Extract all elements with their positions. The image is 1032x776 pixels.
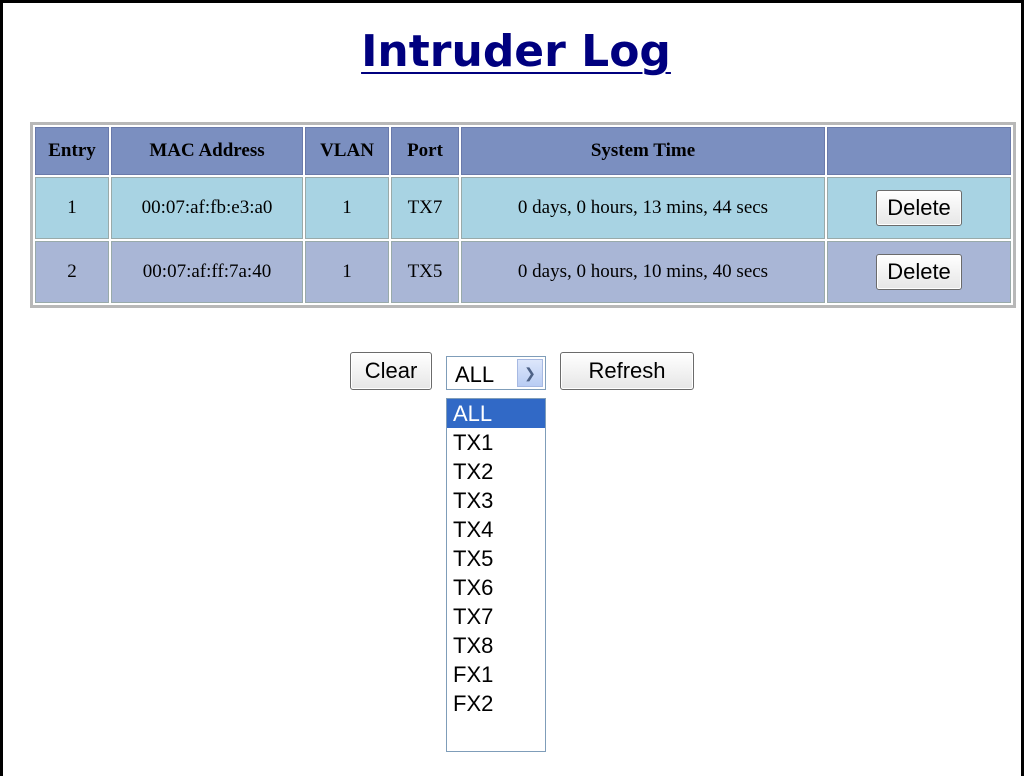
port-select[interactable]: ALL ❯ [446,356,546,390]
column-header-mac: MAC Address [111,127,303,175]
port-option-fx1[interactable]: FX1 [447,660,545,689]
cell-vlan: 1 [305,241,389,303]
page-title-container: Intruder Log [0,26,1032,77]
port-option-tx3[interactable]: TX3 [447,486,545,515]
cell-action: Delete [827,177,1011,239]
port-option-tx6[interactable]: TX6 [447,573,545,602]
cell-mac: 00:07:af:ff:7a:40 [111,241,303,303]
table-row: 2 00:07:af:ff:7a:40 1 TX5 0 days, 0 hour… [35,241,1011,303]
cell-system-time: 0 days, 0 hours, 13 mins, 44 secs [461,177,825,239]
chevron-down-icon[interactable]: ❯ [517,359,543,387]
intruder-table: Entry MAC Address VLAN Port System Time … [33,125,1013,305]
cell-entry: 2 [35,241,109,303]
port-option-tx4[interactable]: TX4 [447,515,545,544]
port-option-tx7[interactable]: TX7 [447,602,545,631]
cell-mac: 00:07:af:fb:e3:a0 [111,177,303,239]
column-header-entry: Entry [35,127,109,175]
port-option-tx8[interactable]: TX8 [447,631,545,660]
cell-vlan: 1 [305,177,389,239]
table-row: 1 00:07:af:fb:e3:a0 1 TX7 0 days, 0 hour… [35,177,1011,239]
cell-entry: 1 [35,177,109,239]
port-option-fx2[interactable]: FX2 [447,689,545,718]
column-header-port: Port [391,127,459,175]
delete-button[interactable]: Delete [876,190,962,226]
page-title: Intruder Log [361,26,671,77]
port-option-tx5[interactable]: TX5 [447,544,545,573]
clear-button[interactable]: Clear [350,352,432,390]
table-header-row: Entry MAC Address VLAN Port System Time [35,127,1011,175]
column-header-system-time: System Time [461,127,825,175]
cell-port: TX7 [391,177,459,239]
cell-system-time: 0 days, 0 hours, 10 mins, 40 secs [461,241,825,303]
intruder-log-table: Entry MAC Address VLAN Port System Time … [30,122,1016,308]
delete-button[interactable]: Delete [876,254,962,290]
port-option-tx1[interactable]: TX1 [447,428,545,457]
port-option-all[interactable]: ALL [447,399,545,428]
column-header-vlan: VLAN [305,127,389,175]
cell-action: Delete [827,241,1011,303]
port-select-dropdown: ALL TX1 TX2 TX3 TX4 TX5 TX6 TX7 TX8 FX1 … [446,398,546,752]
column-header-action [827,127,1011,175]
port-select-value: ALL [455,362,495,387]
refresh-button[interactable]: Refresh [560,352,694,390]
port-option-tx2[interactable]: TX2 [447,457,545,486]
cell-port: TX5 [391,241,459,303]
